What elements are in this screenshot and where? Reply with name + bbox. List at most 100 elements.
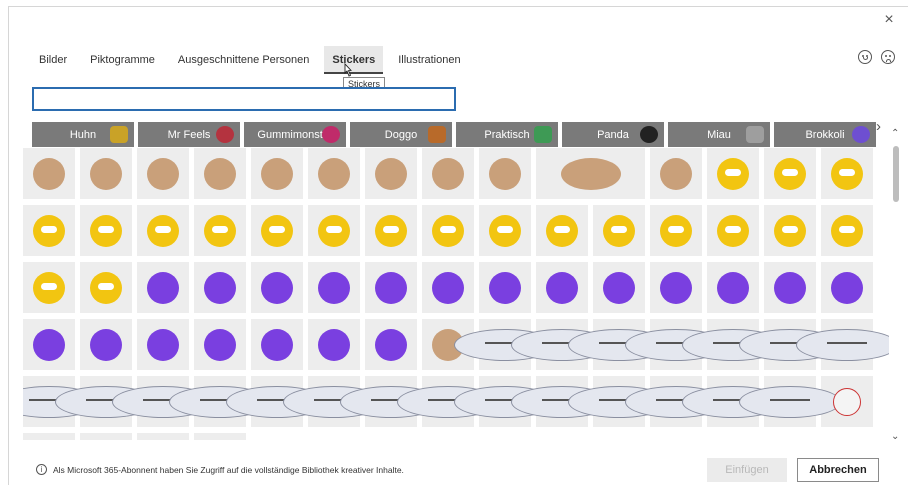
monster-float-icon (717, 271, 749, 304)
chicken-cool-sticker[interactable] (137, 433, 189, 440)
bee-trash-sticker[interactable] (650, 205, 702, 256)
monster-stand-sticker[interactable] (251, 262, 303, 313)
category-panda[interactable]: Panda (562, 122, 664, 147)
bee-group-sticker[interactable] (821, 148, 873, 199)
close-icon[interactable]: × (880, 11, 898, 29)
monster-friends-sticker[interactable] (536, 262, 588, 313)
scroll-up-icon[interactable]: ⌃ (891, 128, 899, 139)
bee-shine-icon (546, 214, 578, 247)
category-huhn[interactable]: Huhn (32, 122, 134, 147)
info-icon: i (36, 464, 47, 475)
bee-no-sticker[interactable] (23, 262, 75, 313)
bee-location-sticker[interactable] (479, 205, 531, 256)
bee-scream-sticker[interactable] (308, 205, 360, 256)
scroll-down-icon[interactable]: ⌄ (891, 431, 899, 442)
dog-icon (428, 126, 446, 143)
bee-shine-sticker[interactable] (536, 205, 588, 256)
monster-jar-icon (318, 328, 350, 361)
category-brokkoli[interactable]: Brokkoli (774, 122, 876, 147)
category-label: Mr Feels (167, 128, 211, 141)
pirate-flag-sticker[interactable] (137, 148, 189, 199)
pirate-skeleton-icon (261, 157, 293, 190)
pirate-ship-sticker[interactable] (365, 148, 417, 199)
monster-food-sticker[interactable] (365, 319, 417, 370)
smile-feedback-icon[interactable] (858, 50, 872, 64)
cancel-button[interactable]: Abbrechen (797, 458, 879, 482)
monster-tall-sticker[interactable] (194, 319, 246, 370)
category-miau[interactable]: Miau (668, 122, 770, 147)
bee-fly-sticker[interactable] (593, 205, 645, 256)
scroll-thumb[interactable] (893, 146, 899, 202)
bee-lying-sticker[interactable] (707, 205, 759, 256)
bee-dance-sticker[interactable] (194, 205, 246, 256)
pirate-anchor-sticker[interactable] (23, 148, 75, 199)
monster-jump-sticker[interactable] (821, 262, 873, 313)
category-label: Panda (597, 128, 629, 141)
monster-party-sticker[interactable] (137, 319, 189, 370)
pirate-captain-sticker[interactable] (80, 148, 132, 199)
tab-ausgeschnittene-personen[interactable]: Ausgeschnittene Personen (170, 46, 317, 74)
monster-bath-sticker[interactable] (80, 319, 132, 370)
monster-grey-sticker[interactable] (764, 262, 816, 313)
chicken-flowers-sticker[interactable] (23, 433, 75, 440)
monster-wave-sticker[interactable] (593, 262, 645, 313)
pirate-sword-sticker[interactable] (479, 148, 531, 199)
bee-pair-icon (33, 214, 65, 247)
bee-glasses-sticker[interactable] (80, 262, 132, 313)
category-gummimonster[interactable]: Gummimonster (244, 122, 346, 147)
bee-fire-sticker[interactable] (707, 148, 759, 199)
monster-float-sticker[interactable] (707, 262, 759, 313)
monster-food-icon (375, 328, 407, 361)
chicken-run-sticker[interactable] (80, 433, 132, 440)
bee-sleep-sticker[interactable] (365, 205, 417, 256)
search-input[interactable] (32, 87, 456, 111)
monster-hug-sticker[interactable] (194, 262, 246, 313)
monster-jar-sticker[interactable] (308, 319, 360, 370)
monster-cape-sticker[interactable] (23, 319, 75, 370)
monster-meditate-sticker[interactable] (251, 319, 303, 370)
pirate-hat-sticker[interactable] (194, 148, 246, 199)
broccoli-icon (852, 126, 870, 143)
bee-wave-sticker[interactable] (80, 205, 132, 256)
bee-sad-sticker[interactable] (764, 205, 816, 256)
monster-think-sticker[interactable] (365, 262, 417, 313)
tab-bilder[interactable]: Bilder (31, 46, 75, 74)
bee-angry-sticker[interactable] (821, 205, 873, 256)
cat-sleeping-sticker[interactable] (739, 376, 841, 427)
scrollbar[interactable]: ⌃ ⌄ (890, 128, 902, 446)
category-mr-feels[interactable]: Mr Feels (138, 122, 240, 147)
insert-button[interactable]: Einfügen (707, 458, 787, 482)
monster-big-sticker[interactable] (479, 262, 531, 313)
tab-illustrationen[interactable]: Illustrationen (390, 46, 468, 74)
monster-duo-sticker[interactable] (422, 262, 474, 313)
monster-pair-icon (318, 271, 350, 304)
chicken-stand-sticker[interactable] (194, 433, 246, 440)
bee-group-icon (831, 157, 863, 190)
bee-lying-icon (717, 214, 749, 247)
monster-mirror-icon (660, 271, 692, 304)
panda-icon (640, 126, 658, 143)
pirate-skeleton-sticker[interactable] (251, 148, 303, 199)
tab-stickers[interactable]: Stickers (324, 46, 384, 74)
bee-pair-sticker[interactable] (23, 205, 75, 256)
monster-cheer-sticker[interactable] (137, 262, 189, 313)
skull-crossbones-sticker[interactable] (422, 148, 474, 199)
category-praktisch[interactable]: Praktisch (456, 122, 558, 147)
monster-pair-sticker[interactable] (308, 262, 360, 313)
frown-feedback-icon[interactable] (881, 50, 895, 64)
pirate-parrot-sticker[interactable] (308, 148, 360, 199)
bee-honey-sticker[interactable] (764, 148, 816, 199)
heart-icon (216, 126, 234, 143)
monster-big-icon (489, 271, 521, 304)
chevron-right-icon[interactable]: › (876, 118, 881, 135)
bee-flower-sticker[interactable] (422, 205, 474, 256)
tab-piktogramme[interactable]: Piktogramme (82, 46, 163, 74)
bee-happy-sticker[interactable] (137, 205, 189, 256)
spyglass-sticker[interactable] (536, 148, 645, 199)
bee-duo-sticker[interactable] (251, 205, 303, 256)
cat-screen-sticker[interactable] (796, 319, 889, 370)
monster-mirror-sticker[interactable] (650, 262, 702, 313)
treasure-chest-sticker[interactable] (650, 148, 702, 199)
plant-icon (534, 126, 552, 143)
category-doggo[interactable]: Doggo (350, 122, 452, 147)
